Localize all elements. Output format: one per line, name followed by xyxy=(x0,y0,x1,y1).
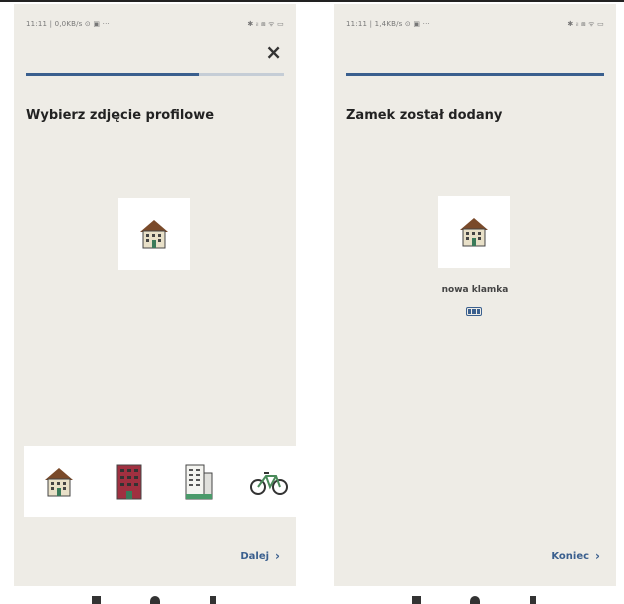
phone-screen-choose-picture: 11:11 | 0,0KB/s ⊙ ▣ ··· ✱ ᵢₗ ⧈ ᯤ ▭ × Wyb… xyxy=(14,4,296,586)
strip-item-house[interactable] xyxy=(24,465,94,499)
status-time-speed: 11:11 | 1,4KB/s ⊙ ▣ ··· xyxy=(346,20,430,28)
progress-bar xyxy=(346,73,604,76)
finish-button[interactable]: Koniec › xyxy=(551,549,600,563)
nav-back-icon[interactable] xyxy=(210,596,216,604)
status-time-speed: 11:11 | 0,0KB/s ⊙ ▣ ··· xyxy=(26,20,110,28)
house-icon xyxy=(140,220,168,249)
profile-picture-preview xyxy=(118,198,190,270)
nav-home-icon[interactable] xyxy=(150,596,160,604)
nav-home-icon[interactable] xyxy=(470,596,480,604)
red-building-icon xyxy=(116,464,142,499)
nav-recent-icon[interactable] xyxy=(92,596,101,604)
page-title: Zamek został dodany xyxy=(346,108,503,123)
picture-choice-strip[interactable] xyxy=(24,446,296,517)
nav-back-icon[interactable] xyxy=(530,596,536,604)
strip-item-red-building[interactable] xyxy=(94,463,164,501)
system-nav-bar xyxy=(92,596,252,604)
battery-icon xyxy=(466,307,482,316)
lock-picture xyxy=(438,196,510,268)
office-building-icon xyxy=(185,464,213,499)
house-icon xyxy=(460,218,488,247)
bicycle-icon xyxy=(250,471,288,495)
strip-item-bicycle[interactable] xyxy=(234,467,296,497)
chevron-right-icon: › xyxy=(595,549,600,563)
finish-label: Koniec xyxy=(551,550,590,562)
system-nav-bar xyxy=(412,596,572,604)
progress-bar xyxy=(26,73,284,76)
next-button[interactable]: Dalej › xyxy=(240,549,280,563)
close-button[interactable]: × xyxy=(265,42,282,62)
strip-item-office-building[interactable] xyxy=(164,463,234,501)
house-icon xyxy=(45,467,73,496)
top-border xyxy=(0,0,624,2)
device-name: nowa klamka xyxy=(441,285,509,295)
status-bar: 11:11 | 1,4KB/s ⊙ ▣ ··· ✱ ᵢₗ ⧈ ᯤ ▭ xyxy=(346,18,604,30)
progress-fill xyxy=(346,73,604,76)
chevron-right-icon: › xyxy=(275,549,280,563)
progress-fill xyxy=(26,73,199,76)
status-bar: 11:11 | 0,0KB/s ⊙ ▣ ··· ✱ ᵢₗ ⧈ ᯤ ▭ xyxy=(26,18,284,30)
phone-screen-lock-added: 11:11 | 1,4KB/s ⊙ ▣ ··· ✱ ᵢₗ ⧈ ᯤ ▭ Zamek… xyxy=(334,4,616,586)
next-label: Dalej xyxy=(240,550,270,562)
status-icons: ✱ ᵢₗ ⧈ ᯤ ▭ xyxy=(247,19,284,28)
page-title: Wybierz zdjęcie profilowe xyxy=(26,108,215,123)
nav-recent-icon[interactable] xyxy=(412,596,421,604)
status-icons: ✱ ᵢₗ ⧈ ᯤ ▭ xyxy=(567,19,604,28)
